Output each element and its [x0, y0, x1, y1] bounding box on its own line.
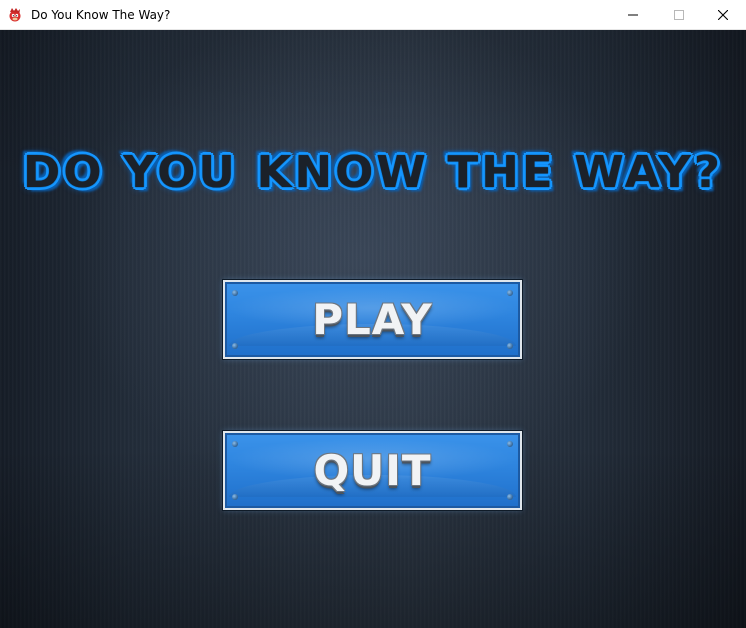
window-title: Do You Know The Way?: [31, 8, 171, 22]
play-button[interactable]: PLAY: [222, 279, 523, 360]
title-bar[interactable]: Do You Know The Way?: [0, 0, 746, 30]
maximize-icon: [674, 10, 684, 20]
close-icon: [718, 10, 728, 20]
game-title: DO YOU KNOW THE WAY?: [23, 147, 723, 198]
maximize-button[interactable]: [656, 0, 702, 30]
close-button[interactable]: [700, 0, 746, 30]
minimize-icon: [628, 14, 638, 16]
quit-button-label: QUIT: [313, 446, 432, 495]
knuckles-icon: [7, 7, 23, 23]
play-button-label: PLAY: [312, 295, 433, 344]
game-window: Do You Know The Way? DO YOU KNOW THE WAY…: [0, 0, 746, 628]
game-canvas: DO YOU KNOW THE WAY? PLAY QUIT: [0, 30, 746, 628]
quit-button[interactable]: QUIT: [222, 430, 523, 511]
minimize-button[interactable]: [610, 0, 656, 30]
